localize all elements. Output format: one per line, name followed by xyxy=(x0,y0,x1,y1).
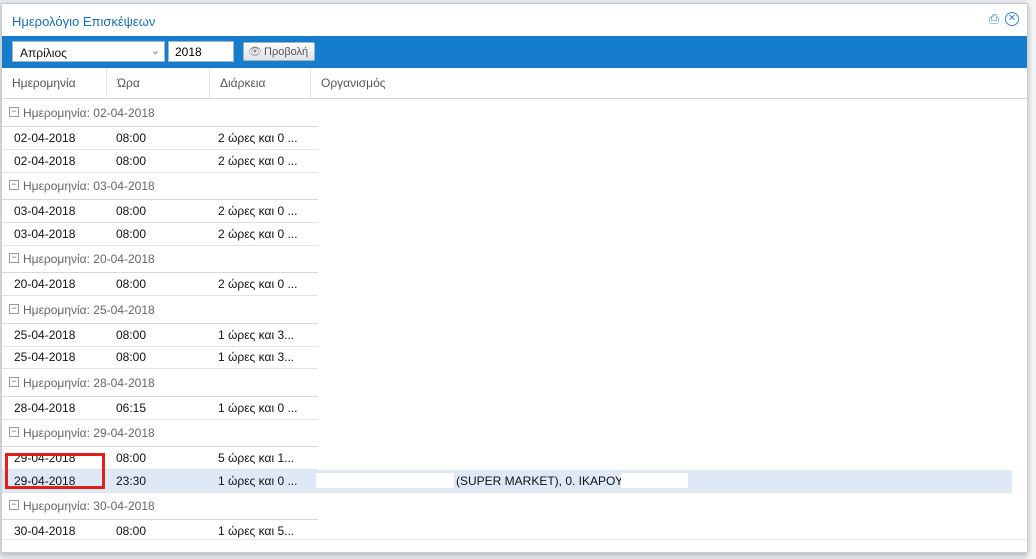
table-row[interactable]: 29-04-2018 23:30 1 ώρες και 0 ... (SUPER MA… xyxy=(2,469,1012,493)
date-cell: 28-04-2018 xyxy=(14,400,76,415)
group-label: Ημερομηνία: 20-04-2018 xyxy=(23,252,155,266)
group-row[interactable]: − Ημερομηνία: 20-04-2018 xyxy=(2,245,318,273)
time-cell: 08:00 xyxy=(116,327,147,342)
time-cell: 08:00 xyxy=(116,204,147,218)
grid-header: Ημερομηνία Ώρα Διάρκεια Οργανισμός xyxy=(2,68,1027,99)
duration-cell: 2 ώρες και 0 ... xyxy=(218,153,298,168)
grid-footer xyxy=(2,539,1027,552)
collapse-icon[interactable]: − xyxy=(9,500,19,510)
group-label: Ημερομηνία: 30-04-2018 xyxy=(23,499,155,513)
column-header-duration[interactable]: Διάρκεια xyxy=(210,68,311,98)
collapse-icon[interactable]: − xyxy=(9,303,19,314)
collapse-icon[interactable]: − xyxy=(9,180,19,190)
table-row[interactable]: 20-04-2018 08:00 2 ώρες και 0 ... xyxy=(2,273,318,296)
duration-cell: 2 ώρες και 0 ... xyxy=(218,131,298,145)
view-button[interactable]: 👁 Προβολή xyxy=(243,42,315,61)
duration-cell: 1 ώρες και 0 ... xyxy=(218,400,298,415)
date-cell: 20-04-2018 xyxy=(14,277,76,291)
group-label: Ημερομηνία: 02-04-2018 xyxy=(23,106,155,120)
redacted-block xyxy=(316,472,454,488)
duration-cell: 1 ώρες και 5... xyxy=(218,524,295,538)
window-title: Ημερολόγιο Επισκέψεων xyxy=(12,14,156,29)
time-cell: 08:00 xyxy=(116,524,147,538)
time-cell: 23:30 xyxy=(116,473,147,488)
table-row[interactable]: 25-04-2018 08:00 1 ώρες και 3... xyxy=(2,324,318,347)
highlight-annotation xyxy=(5,453,105,489)
group-label: Ημερομηνία: 29-04-2018 xyxy=(23,426,155,440)
duration-cell: 2 ώρες και 0 ... xyxy=(218,226,298,241)
group-label: Ημερομηνία: 03-04-2018 xyxy=(23,179,155,193)
table-row[interactable]: 03-04-2018 08:00 2 ώρες και 0 ... xyxy=(2,223,318,246)
duration-cell: 2 ώρες και 0 ... xyxy=(218,277,298,291)
year-input[interactable] xyxy=(168,41,234,62)
group-row[interactable]: − Ημερομηνία: 29-04-2018 xyxy=(2,419,318,447)
date-cell: 30-04-2018 xyxy=(14,524,76,538)
table-row[interactable]: 28-04-2018 06:15 1 ώρες και 0 ... xyxy=(2,397,318,420)
organization-cell: (SUPER MARKET), 0. ΙΚΑΡΟΥ xyxy=(456,473,623,488)
grid-body: − Ημερομηνία: 02-04-2018 02-04-2018 08:00 2 … xyxy=(2,99,1027,543)
group-row[interactable]: − Ημερομηνία: 25-04-2018 xyxy=(2,296,318,324)
collapse-icon[interactable]: − xyxy=(9,376,19,387)
date-cell: 02-04-2018 xyxy=(14,131,76,145)
group-row[interactable]: − Ημερομηνία: 02-04-2018 xyxy=(2,99,318,127)
group-row[interactable]: − Ημερομηνία: 30-04-2018 xyxy=(2,492,318,520)
title-bar: Ημερολόγιο Επισκέψεων ⎙ ✕ xyxy=(2,4,1027,34)
toolbar: Απρίλιος ⌄ 👁 Προβολή xyxy=(2,36,1027,68)
duration-cell: 1 ώρες και 0 ... xyxy=(218,473,298,488)
time-cell: 08:00 xyxy=(116,226,147,241)
column-header-date[interactable]: Ημερομηνία xyxy=(2,68,107,98)
view-button-label: Προβολή xyxy=(264,46,309,58)
time-cell: 08:00 xyxy=(116,153,147,168)
month-select[interactable]: Απρίλιος ⌄ xyxy=(12,41,165,62)
column-header-organization[interactable]: Οργανισμός xyxy=(311,68,1027,98)
close-icon[interactable]: ✕ xyxy=(1005,12,1019,26)
table-row[interactable]: 02-04-2018 08:00 2 ώρες και 0 ... xyxy=(2,127,318,150)
duration-cell: 2 ώρες και 0 ... xyxy=(218,204,298,218)
table-row[interactable]: 02-04-2018 08:00 2 ώρες και 0 ... xyxy=(2,150,318,173)
table-row[interactable]: 25-04-2018 08:00 1 ώρες και 3... xyxy=(2,346,318,369)
group-row[interactable]: − Ημερομηνία: 28-04-2018 xyxy=(2,369,318,397)
date-cell: 25-04-2018 xyxy=(14,350,76,364)
group-label: Ημερομηνία: 25-04-2018 xyxy=(23,302,155,317)
date-cell: 25-04-2018 xyxy=(14,327,76,342)
date-cell: 03-04-2018 xyxy=(14,204,76,218)
collapse-icon[interactable]: − xyxy=(9,427,19,437)
redacted-block xyxy=(621,472,688,488)
time-cell: 06:15 xyxy=(116,400,147,415)
date-cell: 02-04-2018 xyxy=(14,153,76,168)
duration-cell: 1 ώρες και 3... xyxy=(218,350,295,364)
duration-cell: 1 ώρες και 3... xyxy=(218,327,295,342)
group-row[interactable]: − Ημερομηνία: 03-04-2018 xyxy=(2,172,318,200)
print-icon[interactable]: ⎙ xyxy=(987,12,1001,26)
duration-cell: 5 ώρες και 1... xyxy=(218,451,295,465)
time-cell: 08:00 xyxy=(116,131,147,145)
date-cell: 03-04-2018 xyxy=(14,226,76,241)
time-cell: 08:00 xyxy=(116,277,147,291)
column-header-time[interactable]: Ώρα xyxy=(107,68,210,98)
visits-calendar-window: Ημερολόγιο Επισκέψεων ⎙ ✕ Απρίλιος ⌄ 👁 Π… xyxy=(1,3,1028,553)
eye-icon: 👁 xyxy=(248,46,262,58)
collapse-icon[interactable]: − xyxy=(9,253,19,263)
group-label: Ημερομηνία: 28-04-2018 xyxy=(23,375,155,390)
time-cell: 08:00 xyxy=(116,451,147,465)
collapse-icon[interactable]: − xyxy=(9,107,19,117)
table-row[interactable]: 03-04-2018 08:00 2 ώρες και 0 ... xyxy=(2,200,318,223)
chevron-down-icon: ⌄ xyxy=(150,45,160,57)
month-select-value: Απρίλιος xyxy=(20,46,67,60)
time-cell: 08:00 xyxy=(116,350,147,364)
